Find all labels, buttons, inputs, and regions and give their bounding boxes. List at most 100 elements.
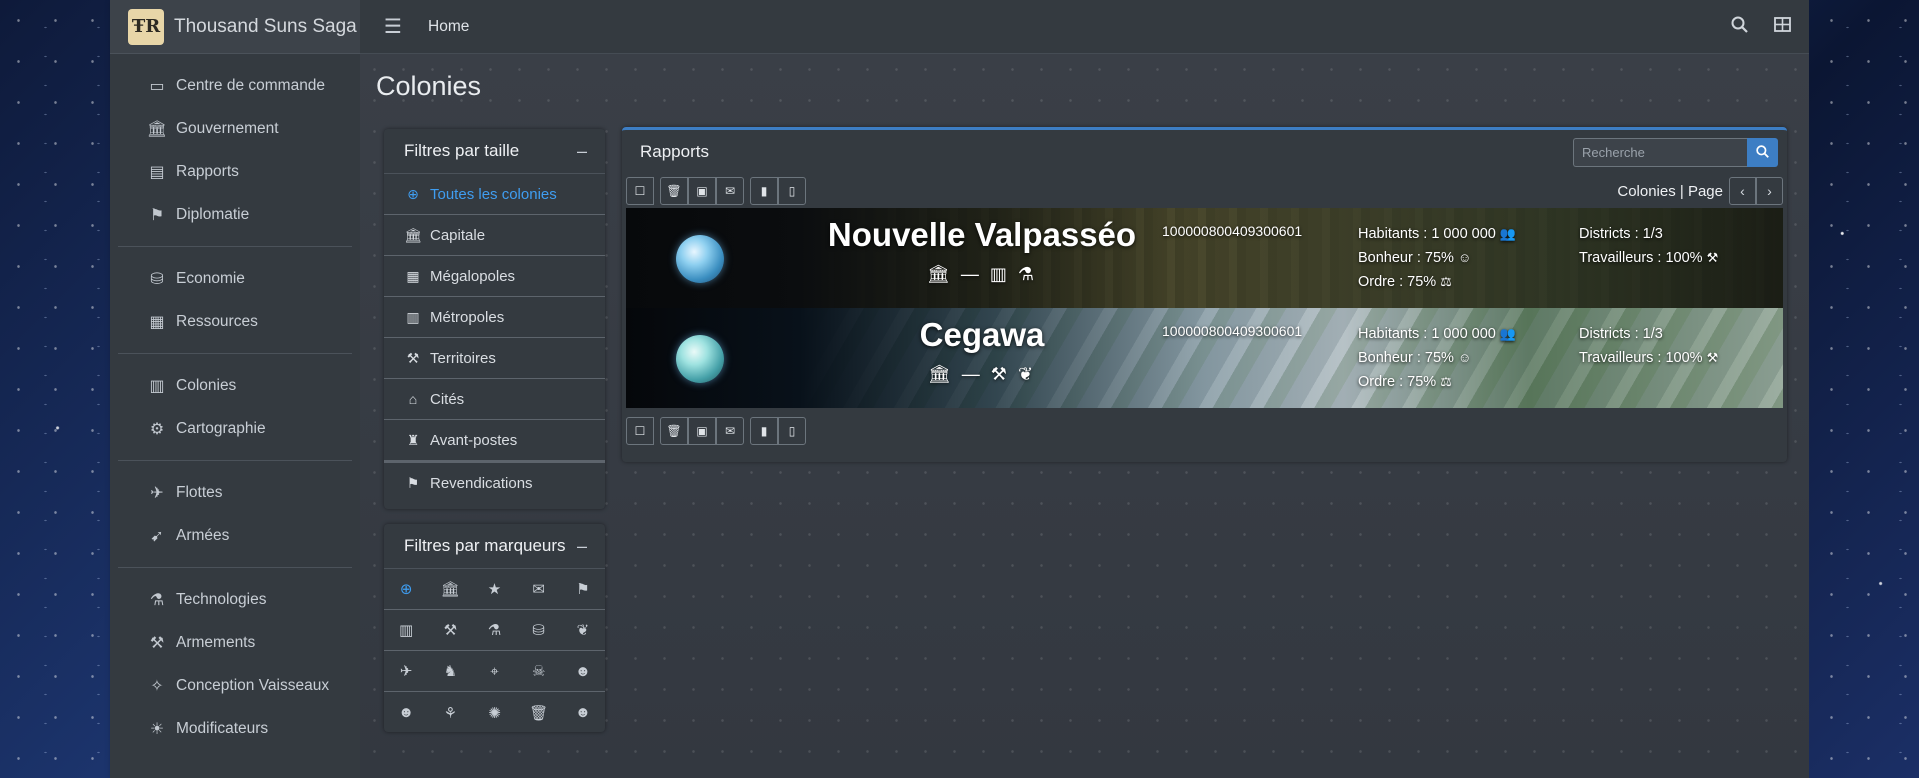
sidebar-item-modificateurs[interactable]: ☀ Modificateurs (118, 707, 352, 750)
nav-group: ▭ Centre de commande 🏛 Gouvernement ▤ Rapport… (110, 64, 360, 236)
chevron-left-icon[interactable]: ‹ (1729, 177, 1756, 205)
marker-filter-icon[interactable]: ✺ (472, 692, 516, 733)
sidebar-item-rapports[interactable]: ▤ Rapports (118, 150, 352, 193)
size-filter-item[interactable]: ⚒ Territoires (384, 338, 605, 379)
envelope-icon[interactable]: ✉ (716, 177, 744, 205)
sidebar-item-cartographie[interactable]: ⚙ Cartographie (118, 407, 352, 450)
size-filter-label: Cités (430, 390, 465, 408)
nav-divider (118, 567, 352, 568)
marker-filter-icon[interactable]: ▥ (384, 610, 428, 650)
colony-tag-icons: 🏛 — ⚒ ❦ (927, 364, 1037, 384)
pager: Colonies | Page ‹ › (1617, 177, 1783, 205)
size-filters-title: Filtres par taille (404, 141, 520, 160)
hamburger-menu-icon[interactable]: ☰ (384, 14, 404, 39)
file-export-icon[interactable]: ▮ (750, 177, 778, 205)
sidebar-item-gouvernement[interactable]: 🏛 Gouvernement (118, 107, 352, 150)
brand-name: Thousand Suns Saga (174, 15, 357, 37)
size-filter-item[interactable]: ▥ Métropoles (384, 297, 605, 338)
select-all-checkbox-icon[interactable]: ☐ (626, 177, 654, 205)
size-filter-item[interactable]: ⊕ Toutes les colonies (384, 174, 605, 215)
sidebar-item-label: Rapports (176, 162, 239, 180)
marker-filter-icon[interactable]: ❦ (561, 610, 605, 650)
filter-icon: ♜ (406, 431, 420, 448)
size-filter-item[interactable]: 🏛 Capitale (384, 215, 605, 256)
marker-filter-icon[interactable]: ☻ (561, 651, 605, 691)
search-icon[interactable] (1731, 16, 1748, 38)
trash-icon[interactable]: 🗑 (660, 417, 688, 445)
search-input[interactable] (1573, 138, 1747, 167)
sidebar-item-economie[interactable]: ⛁ Economie (118, 257, 352, 300)
marker-filter-icon[interactable]: ⚒ (428, 610, 472, 650)
marker-filter-icon[interactable]: 🗑 (517, 692, 561, 733)
app-window: ŦR Thousand Suns Saga ▭ Centre de command… (110, 0, 1809, 778)
size-filter-item[interactable]: ▦ Mégalopoles (384, 256, 605, 297)
colony-stats-districts: Districts : 1/3 Travailleurs : 100% ⚒ (1579, 222, 1718, 270)
marker-filter-icon[interactable]: ⛁ (517, 610, 561, 650)
sidebar-item-centre-de-commande[interactable]: ▭ Centre de commande (118, 64, 352, 107)
city-icon: ▥ (149, 377, 165, 395)
file-icon[interactable]: ▯ (778, 417, 806, 445)
colony-row[interactable]: Cegawa 🏛 — ⚒ ❦ 100000800409300601 Habita… (626, 308, 1783, 408)
marker-filter-icon[interactable]: ✉ (517, 569, 561, 609)
marker-filter-icon[interactable]: ♞ (428, 651, 472, 691)
coins-icon: ⛁ (150, 270, 164, 288)
trash-icon[interactable]: 🗑 (660, 177, 688, 205)
colony-id: 100000800409300601 (1162, 323, 1303, 339)
marker-filter-icon[interactable]: ⚘ (428, 692, 472, 733)
chevron-right-icon[interactable]: › (1756, 177, 1783, 205)
collapse-icon[interactable]: – (577, 536, 587, 557)
filter-icon: ⊕ (407, 185, 419, 202)
colony-stats-population: Habitants : 1 000 000 👥 Bonheur : 75% ☺ Or… (1358, 322, 1516, 394)
grid-layout-icon[interactable] (1774, 16, 1791, 38)
sidebar-item-conception-vaisseaux[interactable]: ✧ Conception Vaisseaux (118, 664, 352, 707)
sidebar-item-label: Gouvernement (176, 119, 279, 137)
marker-filter-icon[interactable]: ⚑ (561, 569, 605, 609)
marker-filter-icon[interactable]: ⌖ (472, 651, 516, 691)
sidebar-item-armements[interactable]: ⚒ Armements (118, 621, 352, 664)
inbox-icon: ▤ (149, 163, 165, 181)
file-icon[interactable]: ▯ (778, 177, 806, 205)
colony-row[interactable]: Nouvelle Valpasséo 🏛 — ▥ ⚗ 1000008004093… (626, 208, 1783, 308)
flask-icon: ⚗ (149, 591, 165, 609)
filter-icon: ⚑ (406, 474, 420, 491)
size-filter-label: Capitale (430, 226, 486, 244)
brand[interactable]: ŦR Thousand Suns Saga (110, 0, 360, 54)
size-filter-label: Mégalopoles (430, 267, 516, 285)
size-filter-item[interactable]: ♜ Avant-postes (384, 420, 605, 461)
envelope-icon[interactable]: ✉ (716, 417, 744, 445)
marker-grid: ⊕ 🏛 ★ ✉ ⚑ ▥ ⚒ ⚗ ⛁ ❦ ✈ ♞ ⌖ ☠ ☻ ☻ ⚘ ✺ 🗑 ☻ (384, 568, 605, 733)
sidebar-item-ressources[interactable]: ▦ Ressources (118, 300, 352, 343)
marker-filter-icon[interactable]: ☻ (384, 692, 428, 733)
marker-filter-icon[interactable]: 🏛 (428, 569, 472, 609)
cubes-icon: ▦ (149, 313, 165, 331)
hammer-icon: ⚒ (1706, 250, 1719, 265)
size-filter-item[interactable]: ⚑ Revendications (384, 461, 605, 503)
marker-filter-icon[interactable]: ★ (472, 569, 516, 609)
archive-icon[interactable]: ▣ (688, 177, 716, 205)
colony-id: 100000800409300601 (1162, 223, 1303, 239)
home-link[interactable]: Home (428, 18, 469, 36)
marker-filter-icon[interactable]: ⚗ (472, 610, 516, 650)
colony-list: Nouvelle Valpasséo 🏛 — ▥ ⚗ 1000008004093… (622, 208, 1787, 408)
size-filter-label: Revendications (430, 474, 533, 492)
marker-filter-icon[interactable]: ☠ (517, 651, 561, 691)
filter-icon: ⚒ (406, 349, 420, 366)
marker-filter-icon[interactable]: ✈ (384, 651, 428, 691)
sidebar-item-colonies[interactable]: ▥ Colonies (118, 364, 352, 407)
sidebar-item-flottes[interactable]: ✈ Flottes (118, 471, 352, 514)
select-all-checkbox-icon[interactable]: ☐ (626, 417, 654, 445)
marker-filter-icon[interactable]: ⊕ (384, 569, 428, 609)
search-button[interactable] (1747, 138, 1778, 167)
size-filter-item[interactable]: ⌂ Cités (384, 379, 605, 420)
file-export-icon[interactable]: ▮ (750, 417, 778, 445)
size-filter-label: Toutes les colonies (430, 185, 557, 203)
colony-tag-icons: 🏛 — ▥ ⚗ (927, 264, 1037, 284)
sidebar-item-technologies[interactable]: ⚗ Technologies (118, 578, 352, 621)
collapse-icon[interactable]: – (577, 141, 587, 162)
sidebar-item-diplomatie[interactable]: ⚑ Diplomatie (118, 193, 352, 236)
sidebar-item-arm-es[interactable]: ➹ Armées (118, 514, 352, 557)
marker-filter-icon[interactable]: ☻ (561, 692, 605, 733)
size-filters-card: Filtres par taille – ⊕ Toutes les colonie… (384, 129, 605, 509)
size-filter-list: ⊕ Toutes les colonies 🏛 Capitale ▦ Mégalopole… (384, 173, 605, 503)
archive-icon[interactable]: ▣ (688, 417, 716, 445)
